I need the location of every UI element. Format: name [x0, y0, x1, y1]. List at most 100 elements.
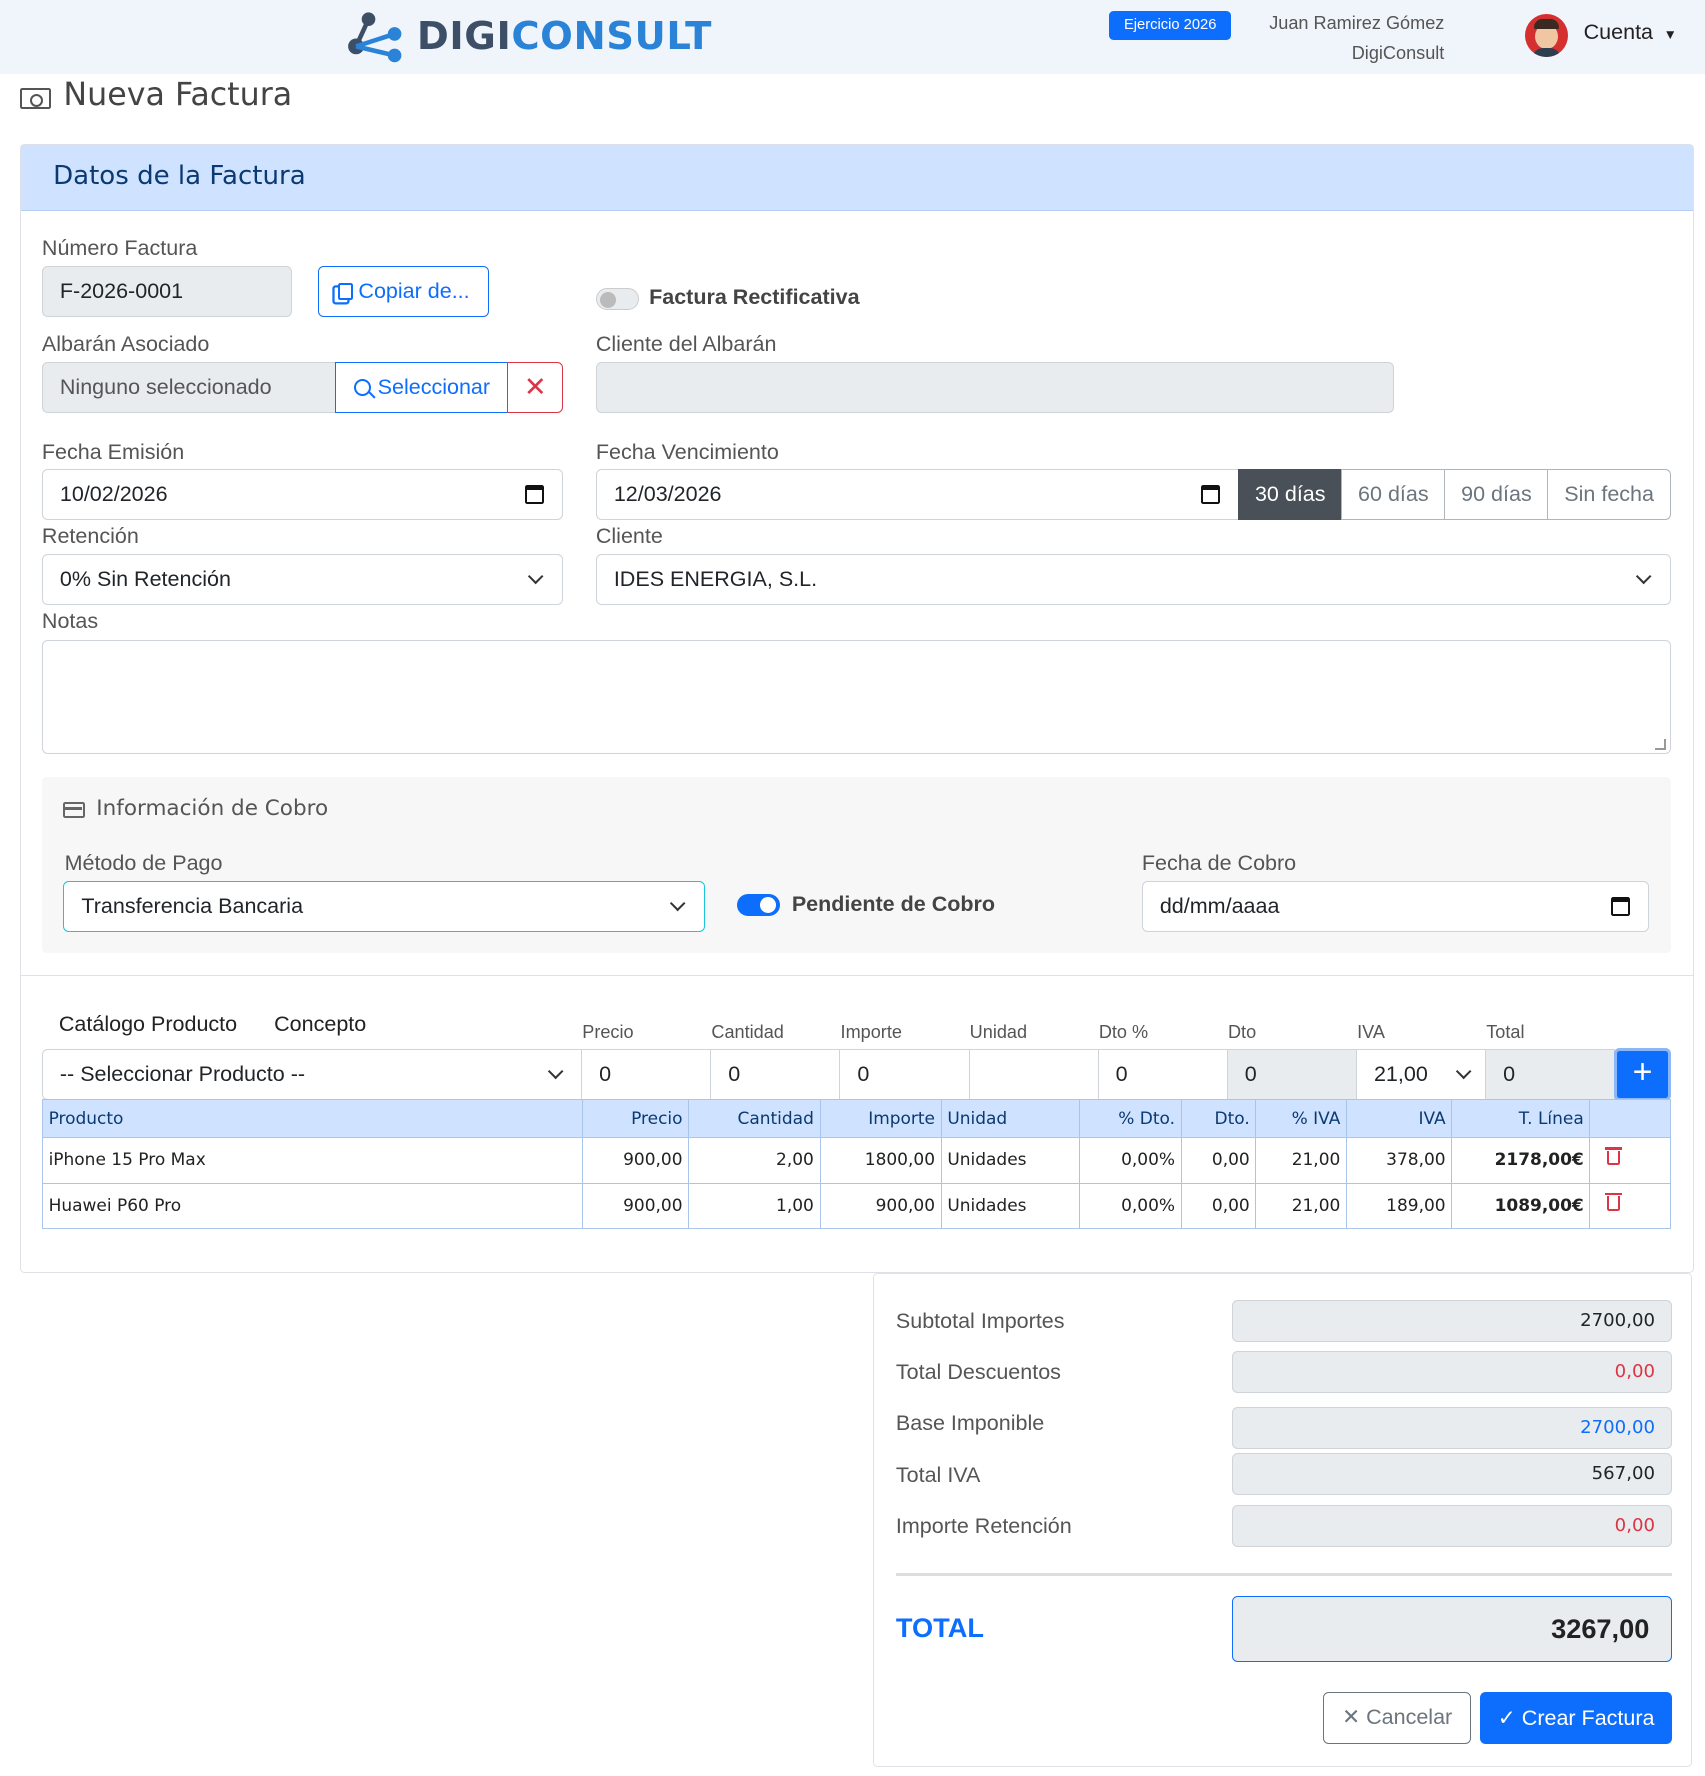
cell-importe: 900,00	[819, 1182, 942, 1229]
fecha-venc-value: 12/03/2026	[613, 481, 722, 506]
calendar-icon[interactable]	[524, 484, 544, 504]
venc-90-button[interactable]: 90 días	[1444, 468, 1549, 520]
cliente-albaran-field	[595, 362, 1395, 414]
col-unidad: Unidad	[940, 1098, 1080, 1139]
fecha-venc-label: Fecha Vencimiento	[595, 439, 779, 464]
select-label: Seleccionar	[377, 375, 491, 400]
cliente-label: Cliente	[595, 524, 663, 549]
add-line-button[interactable]: +	[1614, 1047, 1671, 1102]
cell-cantidad: 1,00	[688, 1182, 821, 1229]
cell-iva: 378,00	[1345, 1137, 1453, 1184]
table-row: Huawei P60 Pro 900,00 1,00 900,00 Unidad…	[41, 1182, 1671, 1229]
dto-pct-input[interactable]: 0	[1097, 1048, 1228, 1100]
product-select-value: -- Seleccionar Producto --	[59, 1061, 306, 1086]
invoice-lines-table: Producto Precio Cantidad Importe Unidad …	[41, 1098, 1671, 1229]
clear-albaran-button[interactable]: ✕	[507, 362, 563, 414]
cell-dto-pct: 0,00%	[1078, 1137, 1182, 1184]
plus-icon: +	[1632, 1052, 1653, 1091]
cliente-value: IDES ENERGIA, S.L.	[613, 566, 818, 591]
importe-input[interactable]: 0	[839, 1048, 970, 1100]
resize-handle-icon[interactable]	[1655, 738, 1667, 751]
venc-none-button[interactable]: Sin fecha	[1547, 468, 1671, 520]
card-header: Datos de la Factura	[21, 144, 1693, 211]
fecha-emision-input[interactable]: 10/02/2026	[41, 468, 563, 520]
money-icon	[20, 88, 51, 109]
trash-icon[interactable]	[1604, 1192, 1622, 1211]
cell-unidad: Unidades	[940, 1137, 1080, 1184]
retencion-value: 0% Sin Retención	[59, 566, 231, 591]
cell-actions	[1589, 1182, 1671, 1229]
col-iva-pct: % IVA	[1255, 1098, 1347, 1139]
metodo-value: Transferencia Bancaria	[81, 894, 304, 919]
iva-select[interactable]: 21,00	[1355, 1048, 1487, 1100]
precio-input[interactable]: 0	[581, 1048, 712, 1100]
cell-total-linea: 2178,00€	[1451, 1137, 1591, 1184]
notas-textarea[interactable]	[41, 640, 1671, 755]
cantidad-input[interactable]: 0	[710, 1048, 841, 1100]
cancel-label: Cancelar	[1366, 1705, 1453, 1730]
section-divider	[20, 975, 1694, 977]
fecha-cobro-placeholder: dd/mm/aaaa	[1159, 894, 1280, 919]
unidad-label: Unidad	[969, 1021, 1028, 1042]
chevron-down-icon	[547, 1063, 564, 1080]
cell-iva-pct: 21,00	[1255, 1137, 1347, 1184]
fecha-emision-label: Fecha Emisión	[41, 439, 185, 464]
col-producto: Producto	[41, 1098, 583, 1139]
table-header-row: Producto Precio Cantidad Importe Unidad …	[41, 1098, 1671, 1139]
copy-from-label: Copiar de...	[358, 279, 470, 304]
product-select[interactable]: -- Seleccionar Producto --	[41, 1048, 583, 1100]
dto-label: Dto	[1227, 1021, 1257, 1042]
subtotal-value: 2700,00	[1232, 1300, 1672, 1343]
cantidad-label: Cantidad	[711, 1021, 784, 1042]
tab-catalogo[interactable]: Catálogo Producto	[59, 1012, 237, 1037]
tab-concepto[interactable]: Concepto	[274, 1012, 366, 1037]
credit-card-icon	[63, 802, 85, 818]
numero-label: Número Factura	[41, 235, 198, 260]
cliente-select[interactable]: IDES ENERGIA, S.L.	[595, 553, 1671, 605]
pendiente-cobro-toggle[interactable]	[737, 893, 781, 917]
select-albaran-button[interactable]: Seleccionar	[335, 362, 509, 414]
col-actions	[1589, 1098, 1671, 1139]
cell-dto-pct: 0,00%	[1078, 1182, 1182, 1229]
trash-icon[interactable]	[1604, 1147, 1622, 1166]
cell-precio: 900,00	[581, 1182, 690, 1229]
fecha-cobro-input[interactable]: dd/mm/aaaa	[1141, 881, 1650, 933]
totals-panel: Subtotal Importes 2700,00 Total Descuent…	[873, 1273, 1693, 1768]
payment-info-title: Información de Cobro	[96, 796, 329, 822]
metodo-pago-select[interactable]: Transferencia Bancaria	[63, 881, 705, 933]
avatar[interactable]	[1524, 13, 1568, 57]
copy-from-button[interactable]: Copiar de...	[318, 266, 490, 318]
calendar-icon[interactable]	[1610, 897, 1631, 917]
account-menu[interactable]: Cuenta ▼	[1584, 20, 1677, 45]
total-label: Total	[1486, 1021, 1525, 1042]
line-total-field: 0	[1485, 1048, 1616, 1100]
cell-importe: 1800,00	[819, 1137, 942, 1184]
calendar-icon[interactable]	[1200, 484, 1221, 504]
cell-dto: 0,00	[1180, 1137, 1257, 1184]
venc-60-button[interactable]: 60 días	[1341, 468, 1446, 520]
unidad-input[interactable]	[968, 1048, 1099, 1100]
cell-total-linea: 1089,00€	[1451, 1182, 1591, 1229]
brand-logo[interactable]: DIGICONSULT	[417, 14, 712, 59]
fecha-venc-input[interactable]: 12/03/2026	[595, 468, 1240, 520]
importe-label: Importe	[840, 1021, 902, 1042]
retencion-select[interactable]: 0% Sin Retención	[41, 553, 563, 605]
copy-icon	[338, 283, 353, 301]
search-icon	[353, 378, 376, 399]
col-cantidad: Cantidad	[688, 1098, 821, 1139]
user-name: Juan Ramirez Gómez	[1269, 13, 1445, 34]
venc-30-button[interactable]: 30 días	[1238, 468, 1343, 520]
rectificativa-toggle[interactable]	[595, 287, 639, 311]
cell-precio: 900,00	[581, 1137, 690, 1184]
close-icon: ✕	[523, 371, 547, 403]
descuentos-value: 0,00	[1232, 1351, 1672, 1394]
descuentos-label: Total Descuentos	[895, 1360, 1061, 1385]
user-info: Juan Ramirez Gómez DigiConsult	[1269, 9, 1444, 68]
cancel-button[interactable]: ✕ Cancelar	[1322, 1692, 1472, 1745]
cell-cantidad: 2,00	[688, 1137, 821, 1184]
logo-text-part1: DIGI	[416, 13, 512, 59]
col-precio: Precio	[581, 1098, 690, 1139]
albaran-field: Ninguno seleccionado	[41, 362, 337, 414]
create-invoice-button[interactable]: ✓ Crear Factura	[1480, 1692, 1672, 1745]
grand-total-value: 3267,00	[1232, 1595, 1672, 1662]
